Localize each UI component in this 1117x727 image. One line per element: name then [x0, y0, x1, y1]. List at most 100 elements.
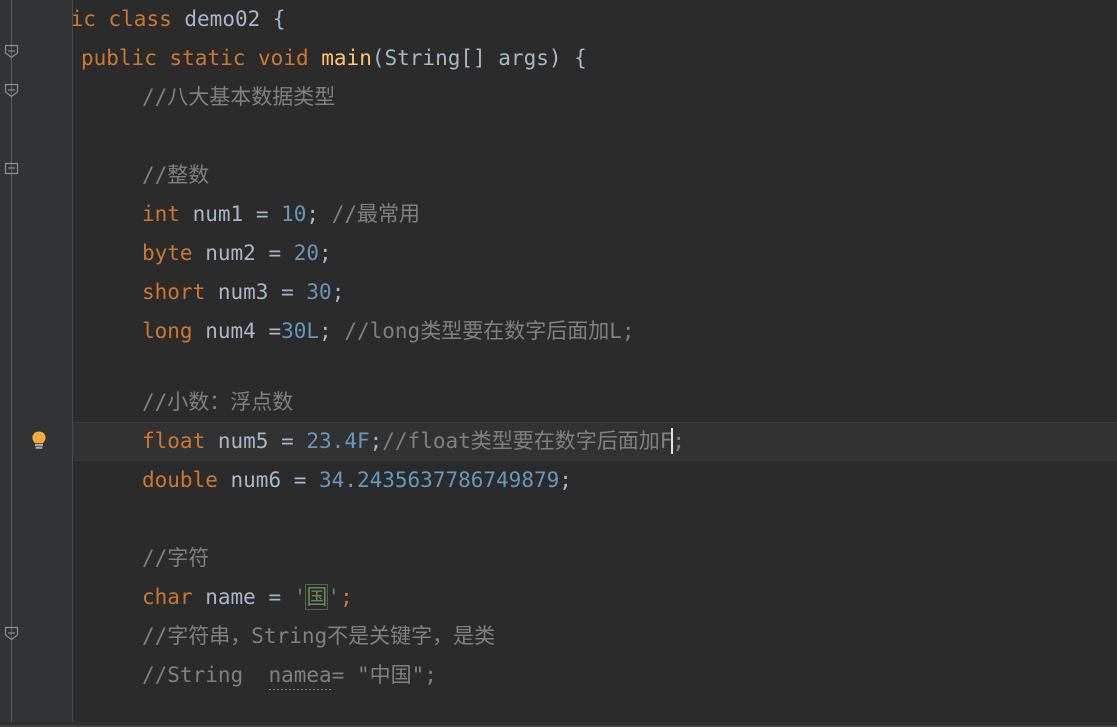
- gutter-border: [72, 0, 73, 727]
- code-token-punc: ;: [369, 429, 383, 453]
- code-line[interactable]: public class demo02 {: [0, 0, 1117, 39]
- code-line[interactable]: //小数：浮点数: [0, 383, 1117, 422]
- code-token-meth: main: [321, 46, 372, 70]
- code-token-cmt: //整数: [142, 163, 210, 187]
- code-token-kw: int: [142, 202, 180, 226]
- code-line[interactable]: float num5 = 23.4F;//float类型要在数字后面加F;: [0, 422, 1117, 461]
- code-token-cmt: //float类型要在数字后面加F: [382, 429, 673, 453]
- code-token-num: 23.4F: [306, 429, 370, 453]
- code-token-punc: ;: [319, 319, 345, 343]
- code-token-punc: [205, 280, 218, 304]
- code-token-cmt: = "中国";: [331, 663, 437, 687]
- code-token-punc: =: [255, 241, 294, 265]
- code-token-cmt: //字符: [142, 546, 210, 570]
- code-token-num: 20: [293, 241, 320, 265]
- fold-marker-comment-icon[interactable]: [4, 83, 19, 98]
- code-token-num: 30L: [281, 319, 320, 343]
- code-token-num: 10: [281, 202, 307, 226]
- code-folding-rail: [11, 0, 12, 727]
- code-token-charlit: 国: [305, 584, 329, 610]
- code-line-content: float num5 = 23.4F;//float类型要在数字后面加F;: [0, 422, 685, 461]
- code-token-kw: class: [108, 7, 172, 31]
- code-line[interactable]: //字符: [0, 539, 1117, 578]
- code-token-punc: [157, 46, 170, 70]
- fold-marker-block-icon[interactable]: [4, 161, 19, 176]
- code-line[interactable]: //String namea= "中国";: [0, 656, 1117, 695]
- code-token-kw: void: [258, 46, 309, 70]
- code-line[interactable]: char name = '国';: [0, 578, 1117, 617]
- code-editor[interactable]: public class demo02 {public static void …: [0, 0, 1117, 727]
- code-token-str: ': [293, 585, 307, 609]
- code-token-id: String[] args: [384, 46, 549, 70]
- code-token-cmt: ;: [672, 429, 686, 453]
- code-token-num: 30: [306, 280, 332, 304]
- code-token-punc: ;: [319, 241, 332, 265]
- code-token-punc: =: [255, 585, 294, 609]
- code-token-cmt: //字符串，String不是关键字，是类: [142, 624, 496, 648]
- code-line-content: double num6 = 34.2435637786749879;: [0, 461, 572, 500]
- code-token-id: num6: [230, 468, 282, 492]
- code-token-id: num4: [205, 319, 256, 343]
- fold-marker-tail-icon[interactable]: [4, 626, 19, 641]
- code-text-area[interactable]: public class demo02 {public static void …: [0, 0, 1117, 727]
- code-line[interactable]: //字符串，String不是关键字，是类: [0, 617, 1117, 656]
- code-line[interactable]: public static void main(String[] args) {: [0, 39, 1117, 78]
- code-token-punc: [309, 46, 322, 70]
- code-line[interactable]: byte num2 = 20;: [0, 234, 1117, 273]
- code-token-punc: (: [371, 46, 385, 70]
- code-line[interactable]: long num4 =30L; //long类型要在数字后面加L;: [0, 312, 1117, 351]
- code-line-content: //字符串，String不是关键字，是类: [0, 617, 495, 656]
- code-line[interactable]: [0, 117, 1117, 156]
- code-line-content: long num4 =30L; //long类型要在数字后面加L;: [0, 312, 635, 351]
- code-token-punc: ) {: [548, 46, 587, 70]
- code-token-id: num1: [192, 202, 244, 226]
- code-token-punc: =: [255, 319, 282, 343]
- code-line[interactable]: short num3 = 30;: [0, 273, 1117, 312]
- code-token-punc: ;: [559, 468, 572, 492]
- code-token-punc: [193, 319, 206, 343]
- code-token-punc: [193, 585, 206, 609]
- code-token-cmt: //String: [142, 663, 269, 687]
- code-token-kw: ;: [340, 585, 353, 609]
- code-token-punc: =: [268, 280, 307, 304]
- code-token-punc: [96, 7, 109, 31]
- code-token-num: 34.2435637786749879: [319, 468, 560, 492]
- code-line[interactable]: int num1 = 10; //最常用: [0, 195, 1117, 234]
- code-token-kw: double: [142, 468, 218, 492]
- code-token-punc: [205, 429, 218, 453]
- code-token-id: num2: [205, 241, 256, 265]
- code-token-punc: [245, 46, 258, 70]
- code-line[interactable]: //整数: [0, 156, 1117, 195]
- code-token-punc: =: [268, 429, 307, 453]
- code-token-punc: =: [243, 202, 282, 226]
- code-token-punc: [172, 7, 185, 31]
- code-token-cmt: //long类型要在数字后面加L;: [344, 319, 635, 343]
- code-token-kw: long: [142, 319, 193, 343]
- code-token-cmt: //小数：浮点数: [142, 390, 294, 414]
- code-line-content: public static void main(String[] args) {: [0, 39, 587, 78]
- code-token-punc: [180, 202, 193, 226]
- code-token-cmt: //八大基本数据类型: [142, 85, 336, 109]
- code-token-punc: [193, 241, 206, 265]
- code-token-punc: {: [260, 7, 286, 31]
- code-token-kw: public: [81, 46, 157, 70]
- code-token-id: demo02: [184, 7, 261, 31]
- code-token-punc: =: [281, 468, 320, 492]
- fold-marker-method-icon[interactable]: [4, 44, 19, 59]
- code-token-id: name: [205, 585, 256, 609]
- code-token-kw: float: [142, 429, 206, 453]
- code-token-typo: namea: [268, 663, 332, 692]
- code-token-kw: byte: [142, 241, 193, 265]
- code-token-punc: ;: [331, 280, 345, 304]
- code-token-kw: static: [169, 46, 246, 70]
- code-token-kw: short: [142, 280, 206, 304]
- code-line[interactable]: double num6 = 34.2435637786749879;: [0, 461, 1117, 500]
- code-token-id: num3: [217, 280, 269, 304]
- code-line[interactable]: //八大基本数据类型: [0, 78, 1117, 117]
- code-token-str: ': [327, 585, 341, 609]
- code-token-id: num5: [217, 429, 269, 453]
- code-token-punc: ;: [306, 202, 332, 226]
- intention-bulb-icon[interactable]: [30, 430, 48, 452]
- code-line[interactable]: [0, 500, 1117, 539]
- code-token-cmt: //最常用: [331, 202, 420, 226]
